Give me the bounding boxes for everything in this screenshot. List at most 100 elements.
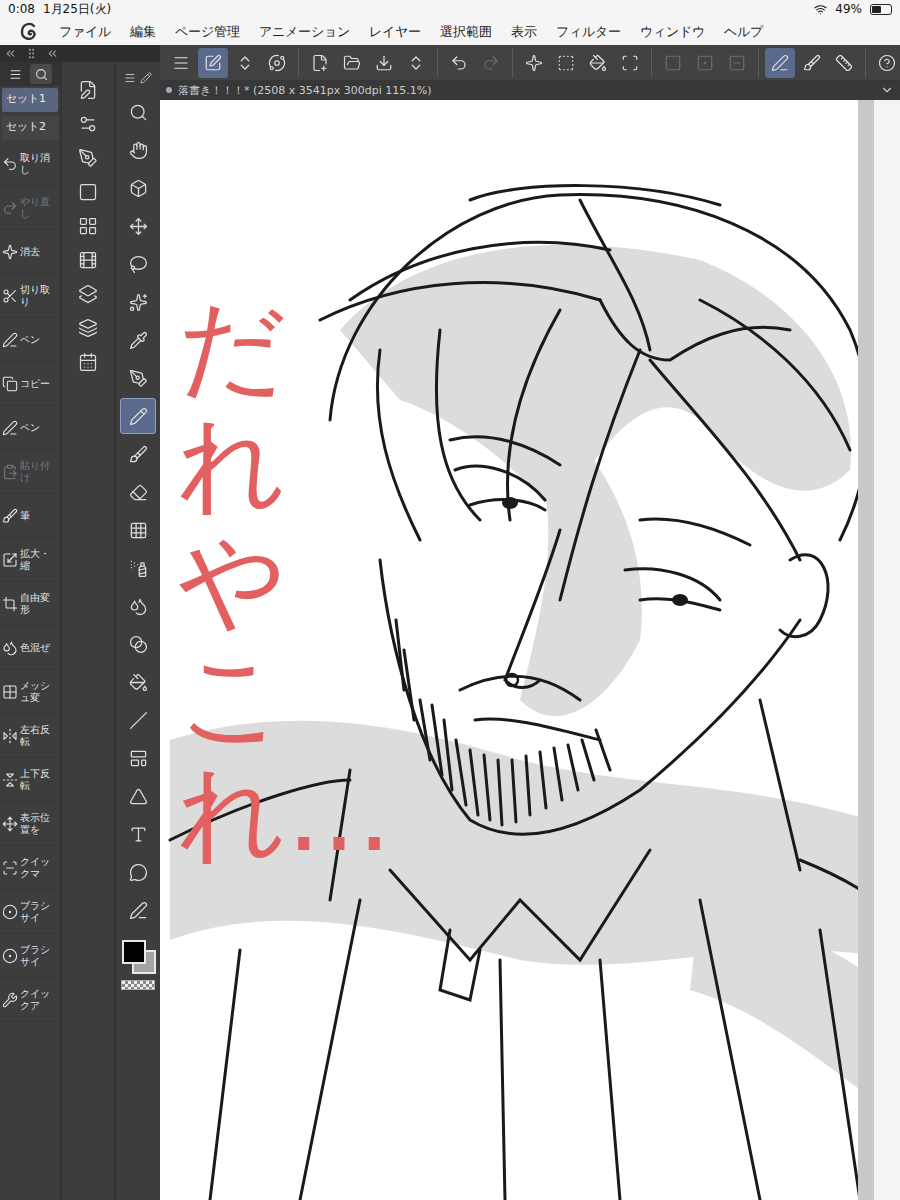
quick-access-item[interactable]: コピー (0, 362, 60, 406)
command-button[interactable] (305, 48, 335, 78)
tool-button[interactable] (120, 892, 156, 928)
quick-access-item[interactable]: 貼り付け (0, 450, 60, 494)
quick-access-item[interactable]: ブラシサイ (0, 890, 60, 934)
clip-studio-logo-icon[interactable] (18, 21, 40, 43)
menu-item[interactable]: アニメーション (259, 23, 350, 41)
tool-button[interactable] (120, 94, 156, 130)
command-button[interactable] (615, 48, 645, 78)
menu-item[interactable]: ウィンドウ (640, 23, 705, 41)
quick-access-item[interactable]: 自由変形 (0, 582, 60, 626)
quick-access-item[interactable]: ブラシサイ (0, 934, 60, 978)
tool-button[interactable] (120, 588, 156, 624)
quick-access-item[interactable]: 表示位置を (0, 802, 60, 846)
set-tab[interactable]: セット1 (2, 88, 58, 112)
command-button[interactable] (337, 48, 367, 78)
chevron-down-icon[interactable] (880, 83, 894, 97)
command-button[interactable] (765, 48, 795, 78)
quick-access-item[interactable]: メッシュ変 (0, 670, 60, 714)
menu-item[interactable]: レイヤー (369, 23, 421, 41)
quick-access-item[interactable]: クイックマ (0, 846, 60, 890)
tool-button[interactable] (120, 778, 156, 814)
panel-icon[interactable] (78, 284, 98, 304)
tool-button[interactable] (120, 322, 156, 358)
command-button[interactable] (583, 48, 613, 78)
command-button[interactable] (166, 48, 196, 78)
quick-access-item[interactable]: 筆 (0, 494, 60, 538)
menu-item[interactable]: 編集 (130, 23, 156, 41)
collapse-icon[interactable] (4, 47, 17, 60)
tool-button[interactable] (120, 360, 156, 396)
grip-icon[interactable] (25, 47, 38, 60)
command-button[interactable] (198, 48, 228, 78)
command-button[interactable] (476, 48, 506, 78)
color-swatch[interactable] (122, 940, 146, 964)
quick-access-item[interactable]: 色混ぜ (0, 626, 60, 670)
quick-access-item[interactable]: やり直し (0, 186, 60, 230)
panel-tab[interactable] (30, 64, 52, 84)
quick-access-item[interactable]: 消去 (0, 230, 60, 274)
quick-access-item[interactable]: 左右反転 (0, 714, 60, 758)
collapse-icon[interactable] (46, 47, 59, 60)
command-icon (2, 948, 18, 964)
command-button[interactable] (551, 48, 581, 78)
tool-button[interactable] (120, 246, 156, 282)
command-button[interactable] (519, 48, 549, 78)
command-button[interactable] (230, 48, 260, 78)
panel-icon[interactable] (78, 114, 98, 134)
tool-button[interactable] (120, 170, 156, 206)
set-tab[interactable]: セット2 (2, 116, 58, 140)
quick-access-item[interactable]: 取り消し (0, 142, 60, 186)
panel-tab[interactable] (4, 64, 26, 84)
command-button[interactable] (658, 48, 688, 78)
tool-button[interactable] (120, 208, 156, 244)
menu-item[interactable]: ヘルプ (724, 23, 763, 41)
panel-icon[interactable] (78, 352, 98, 372)
panel-icon[interactable] (78, 318, 98, 338)
menu-icon[interactable] (124, 72, 136, 84)
quick-access-item[interactable]: 切り取り (0, 274, 60, 318)
menu-item[interactable]: 表示 (511, 23, 537, 41)
tool-button[interactable] (120, 550, 156, 586)
command-button[interactable] (722, 48, 752, 78)
quick-access-item[interactable]: ペン (0, 406, 60, 450)
tool-button[interactable] (120, 854, 156, 890)
tool-button[interactable] (120, 740, 156, 776)
command-button[interactable] (369, 48, 399, 78)
transparent-swatch[interactable] (121, 980, 155, 990)
tool-button[interactable] (120, 436, 156, 472)
tool-button[interactable] (120, 626, 156, 662)
menu-item[interactable]: ファイル (59, 23, 111, 41)
dock-header (0, 45, 160, 62)
panel-icon[interactable] (78, 80, 98, 100)
command-button[interactable] (444, 48, 474, 78)
panel-icon[interactable] (78, 216, 98, 236)
tool-button[interactable] (120, 702, 156, 738)
tool-button[interactable] (120, 474, 156, 510)
menu-item[interactable]: ページ管理 (175, 23, 240, 41)
panel-icon[interactable] (78, 250, 98, 270)
command-button[interactable] (829, 48, 859, 78)
menu-item[interactable]: 選択範囲 (440, 23, 492, 41)
command-button[interactable] (401, 48, 431, 78)
quick-access-item[interactable]: 拡大・縮 (0, 538, 60, 582)
tool-button[interactable] (120, 512, 156, 548)
quick-access-item[interactable]: ペン (0, 318, 60, 362)
menu-item[interactable]: フィルター (556, 23, 621, 41)
tool-button[interactable] (120, 132, 156, 168)
command-button[interactable] (690, 48, 720, 78)
quick-access-item[interactable]: クイックア (0, 978, 60, 1022)
panel-icon[interactable] (78, 182, 98, 202)
canvas-scroll-strip[interactable] (858, 100, 874, 1200)
document-tab[interactable]: 落書き！！！* (2508 x 3541px 300dpi 115.1%) (160, 80, 900, 100)
tool-button[interactable] (120, 816, 156, 852)
command-button[interactable] (262, 48, 292, 78)
tool-button[interactable] (120, 398, 156, 434)
tool-button[interactable] (120, 664, 156, 700)
panel-icon[interactable] (78, 148, 98, 168)
command-button[interactable] (797, 48, 827, 78)
tool-button[interactable] (120, 284, 156, 320)
command-icon (2, 904, 18, 920)
quick-access-item[interactable]: 上下反転 (0, 758, 60, 802)
command-button[interactable] (872, 48, 900, 78)
canvas[interactable]: だれやこれ… (160, 100, 858, 1200)
